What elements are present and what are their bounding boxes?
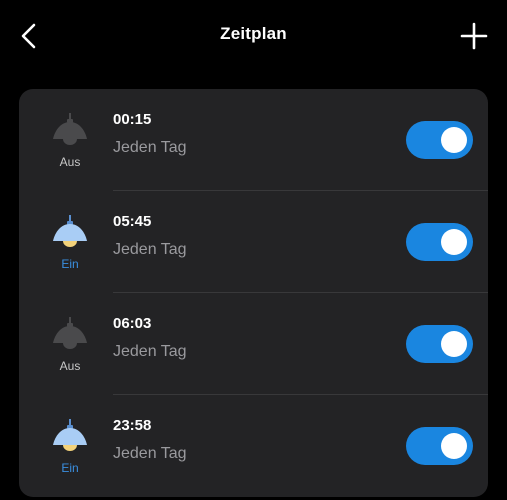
page-title: Zeitplan — [220, 24, 287, 43]
app-header: Zeitplan — [0, 0, 507, 72]
toggle-knob — [441, 433, 467, 459]
schedule-time: 06:03 — [113, 315, 152, 332]
lamp-status-label: Aus — [59, 359, 81, 373]
plus-icon — [460, 22, 488, 50]
schedule-item[interactable]: Ein 05:45 Jeden Tag — [19, 191, 488, 293]
schedule-item[interactable]: Aus 06:03 Jeden Tag — [19, 293, 488, 395]
schedule-screen: Zeitplan Aus 00:15 Jeden Tag Ein 05:45 J… — [0, 0, 507, 500]
lamp-indicator: Ein — [49, 213, 91, 283]
lamp-status-label: Aus — [59, 155, 81, 169]
lamp-indicator: Ein — [49, 417, 91, 487]
schedule-time: 00:15 — [113, 111, 152, 128]
lamp-off-icon — [53, 317, 87, 349]
schedule-repeat: Jeden Tag — [113, 445, 187, 462]
toggle-knob — [441, 127, 467, 153]
lamp-on-icon — [53, 419, 87, 451]
lamp-status-label: Ein — [61, 461, 79, 475]
toggle-knob — [441, 229, 467, 255]
schedule-time: 23:58 — [113, 417, 152, 434]
schedule-list: Aus 00:15 Jeden Tag Ein 05:45 Jeden Tag — [19, 89, 488, 497]
add-schedule-button[interactable] — [457, 19, 491, 53]
schedule-toggle[interactable] — [406, 325, 473, 363]
schedule-repeat: Jeden Tag — [113, 139, 187, 156]
lamp-indicator: Aus — [49, 111, 91, 181]
toggle-knob — [441, 331, 467, 357]
schedule-toggle[interactable] — [406, 427, 473, 465]
schedule-repeat: Jeden Tag — [113, 343, 187, 360]
schedule-toggle[interactable] — [406, 223, 473, 261]
schedule-repeat: Jeden Tag — [113, 241, 187, 258]
schedule-item[interactable]: Ein 23:58 Jeden Tag — [19, 395, 488, 497]
schedule-item[interactable]: Aus 00:15 Jeden Tag — [19, 89, 488, 191]
schedule-time: 05:45 — [113, 213, 152, 230]
lamp-off-icon — [53, 113, 87, 145]
lamp-on-icon — [53, 215, 87, 247]
schedule-toggle[interactable] — [406, 121, 473, 159]
lamp-status-label: Ein — [61, 257, 79, 271]
lamp-indicator: Aus — [49, 315, 91, 385]
